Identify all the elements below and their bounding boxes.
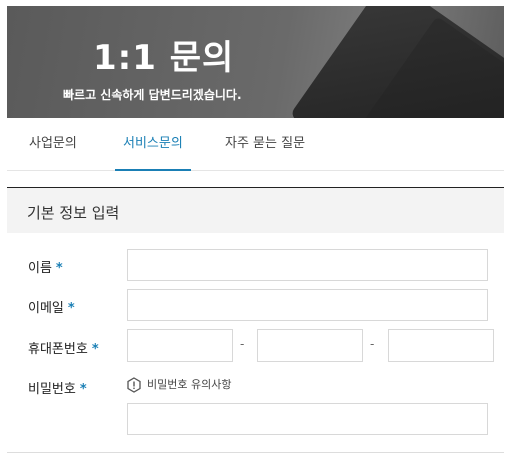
email-input[interactable] [127,289,488,321]
page-title: 1:1 문의 [93,38,235,78]
hero-banner: 1:1 문의 빠르고 신속하게 답변드리겠습니다. [7,6,504,118]
page-subtitle: 빠르고 신속하게 답변드리겠습니다. [63,88,242,102]
name-input[interactable] [127,249,488,281]
tab-service-inquiry[interactable]: 서비스문의 [115,132,191,171]
name-label: 이름 * [28,257,63,276]
email-label: 이메일 * [28,297,75,316]
phone-label: 휴대폰번호 * [28,338,99,357]
password-notice[interactable]: 비밀번호 유의사항 [127,376,232,393]
form-section-title: 기본 정보 입력 [27,204,120,222]
required-mark: * [55,261,63,276]
tab-business-inquiry[interactable]: 사업문의 [29,132,77,169]
phone-label-text: 휴대폰번호 [28,342,88,357]
password-notice-text: 비밀번호 유의사항 [147,378,232,391]
phone-input-3[interactable] [388,329,494,362]
phone-input-1[interactable] [127,329,233,362]
name-label-text: 이름 [28,261,52,276]
phone-separator: - [240,337,245,351]
inquiry-tabs: 사업문의 서비스문의 자주 묻는 질문 [7,118,504,171]
password-label: 비밀번호 * [28,378,87,397]
required-mark: * [91,342,99,357]
required-mark: * [67,301,75,316]
phone-separator: - [370,337,375,351]
password-label-text: 비밀번호 [28,382,76,397]
divider [7,452,504,453]
phone-input-2[interactable] [257,329,363,362]
tab-faq[interactable]: 자주 묻는 질문 [225,132,305,169]
form-section-header: 기본 정보 입력 [7,187,504,233]
warning-icon [127,377,141,393]
email-label-text: 이메일 [28,301,64,316]
password-input[interactable] [127,403,488,435]
required-mark: * [79,382,87,397]
